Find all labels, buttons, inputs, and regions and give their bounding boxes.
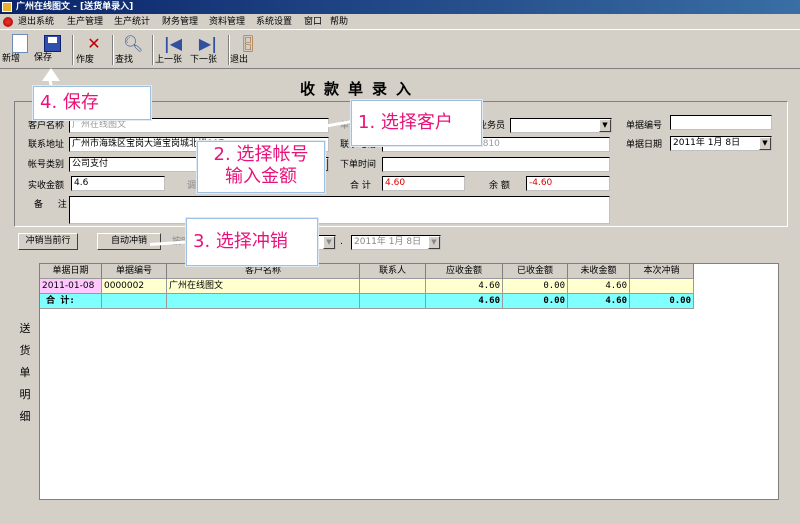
remark-field[interactable] [69, 196, 610, 224]
order-time-label: 下单时间 [340, 160, 377, 170]
balance-label: 余 额 [489, 181, 510, 191]
toolbar-separator [72, 35, 74, 65]
chevron-down-icon[interactable]: ▼ [323, 236, 335, 249]
order-no-label: 单据编号 [626, 121, 663, 131]
column-header[interactable]: 联系人 [360, 264, 426, 279]
table-cell [102, 294, 167, 309]
balance-amount-field: -4.60 [526, 176, 610, 191]
address-label: 联系地址 [28, 140, 65, 150]
received-amount-field[interactable]: 4.6 [71, 176, 165, 191]
received-amount-label: 实收金额 [28, 181, 65, 191]
table-cell [167, 294, 360, 309]
salesman-select[interactable]: ▼ [510, 118, 612, 133]
menu-settings[interactable]: 系统设置 [256, 14, 292, 30]
next-button[interactable]: ▶| 下一张 [190, 33, 226, 67]
date-separator: . [340, 237, 343, 247]
prev-button[interactable]: |◀ 上一张 [155, 33, 191, 67]
remark-label: 备 注 [34, 200, 73, 210]
table-cell: 4.60 [426, 294, 503, 309]
exit-door-icon: 🚪︎ [238, 34, 259, 53]
table-cell[interactable] [360, 279, 426, 294]
callout-save: 4. 保存 [33, 86, 151, 120]
find-button[interactable]: 🔍︎ 查找 [115, 33, 151, 67]
table-cell[interactable] [630, 279, 694, 294]
order-no-field[interactable] [670, 115, 772, 130]
toolbar-separator [152, 35, 154, 65]
toolbar: 新增 保存 ✕ 作废 🔍︎ 查找 |◀ 上一张 ▶| 下一张 🚪︎ 退出 [0, 31, 800, 69]
date-to-picker[interactable]: 2011年 1月 8日 ▼ [351, 235, 441, 250]
new-document-icon [12, 34, 28, 53]
table-cell[interactable]: 4.60 [568, 279, 630, 294]
magnifier-icon: 🔍︎ [123, 34, 144, 53]
column-header[interactable]: 未收金额 [568, 264, 630, 279]
customer-name-label: 客户名称 [28, 121, 65, 131]
table-cell[interactable]: 广州在线图文 [167, 279, 360, 294]
writeoff-current-button[interactable]: 冲销当前行 [18, 233, 78, 250]
menu-production[interactable]: 生产管理 [67, 14, 103, 30]
first-prev-icon: |◀ [163, 34, 183, 53]
total-label: 合 计 [350, 181, 371, 191]
table-cell: 合 计: [40, 294, 102, 309]
salesman-label: 业务员 [478, 121, 506, 131]
total-amount-field: 4.60 [382, 176, 465, 191]
table-cell: 4.60 [568, 294, 630, 309]
customer-name-field[interactable]: 广州在线图文 [69, 118, 329, 133]
chevron-down-icon[interactable]: ▼ [428, 236, 440, 249]
order-time-field[interactable] [382, 157, 610, 172]
column-header[interactable]: 应收金额 [426, 264, 503, 279]
new-button[interactable]: 新增 [2, 33, 38, 67]
menu-production-stats[interactable]: 生产统计 [114, 14, 150, 30]
callout-customer: 1. 选择客户 [351, 100, 482, 146]
table-cell[interactable]: 0000002 [102, 279, 167, 294]
app-icon [2, 2, 12, 12]
account-type-label: 帐号类别 [28, 160, 65, 170]
page-title: 收款单录入 [300, 80, 421, 98]
auto-writeoff-button[interactable]: 自动冲销 [97, 233, 161, 250]
menu-exit-system[interactable]: 退出系统 [18, 14, 54, 30]
title-bar: 广州在线图文 - [送货单录入] [0, 0, 800, 14]
delivery-detail-side-label: 送 货 单 明 细 [19, 322, 31, 423]
toolbar-separator [112, 35, 114, 65]
floppy-disk-icon [43, 35, 61, 52]
app-menu-icon[interactable] [3, 17, 13, 27]
menu-bar: 退出系统 生产管理 生产统计 财务管理 资料管理 系统设置 窗口 帮助 [0, 14, 800, 30]
column-header[interactable]: 单据编号 [102, 264, 167, 279]
chevron-down-icon[interactable]: ▼ [599, 119, 611, 132]
menu-help[interactable]: 帮助 [330, 14, 348, 30]
void-button[interactable]: ✕ 作废 [76, 33, 112, 67]
column-header[interactable]: 本次冲销 [630, 264, 694, 279]
exit-button[interactable]: 🚪︎ 退出 [230, 33, 266, 67]
menu-window[interactable]: 窗口 [304, 14, 322, 30]
table-cell: 0.00 [630, 294, 694, 309]
window-title: 广州在线图文 - [送货单录入] [16, 2, 134, 12]
next-last-icon: ▶| [198, 34, 218, 53]
delivery-detail-table[interactable]: 单据日期 单据编号 客户名称 联系人 应收金额 已收金额 未收金额 本次冲销 2… [39, 263, 779, 500]
save-button[interactable]: 保存 [34, 33, 70, 67]
table-cell [360, 294, 426, 309]
callout-account-amount: 2. 选择帐号 输入金额 [197, 141, 325, 193]
callout-writeoff: 3. 选择冲销 [186, 218, 318, 266]
table-cell[interactable]: 2011-01-08 [40, 279, 102, 294]
chevron-down-icon[interactable]: ▼ [759, 137, 771, 150]
table-cell[interactable]: 4.60 [426, 279, 503, 294]
column-header[interactable]: 已收金额 [503, 264, 568, 279]
column-header[interactable]: 客户名称 [167, 264, 360, 279]
order-date-label: 单据日期 [626, 140, 663, 150]
table-cell: 0.00 [503, 294, 568, 309]
column-header[interactable]: 单据日期 [40, 264, 102, 279]
menu-finance[interactable]: 财务管理 [162, 14, 198, 30]
order-date-picker[interactable]: 2011年 1月 8日 ▼ [670, 136, 772, 151]
table-cell[interactable]: 0.00 [503, 279, 568, 294]
delete-x-icon: ✕ [87, 34, 101, 53]
menu-data[interactable]: 资料管理 [209, 14, 245, 30]
